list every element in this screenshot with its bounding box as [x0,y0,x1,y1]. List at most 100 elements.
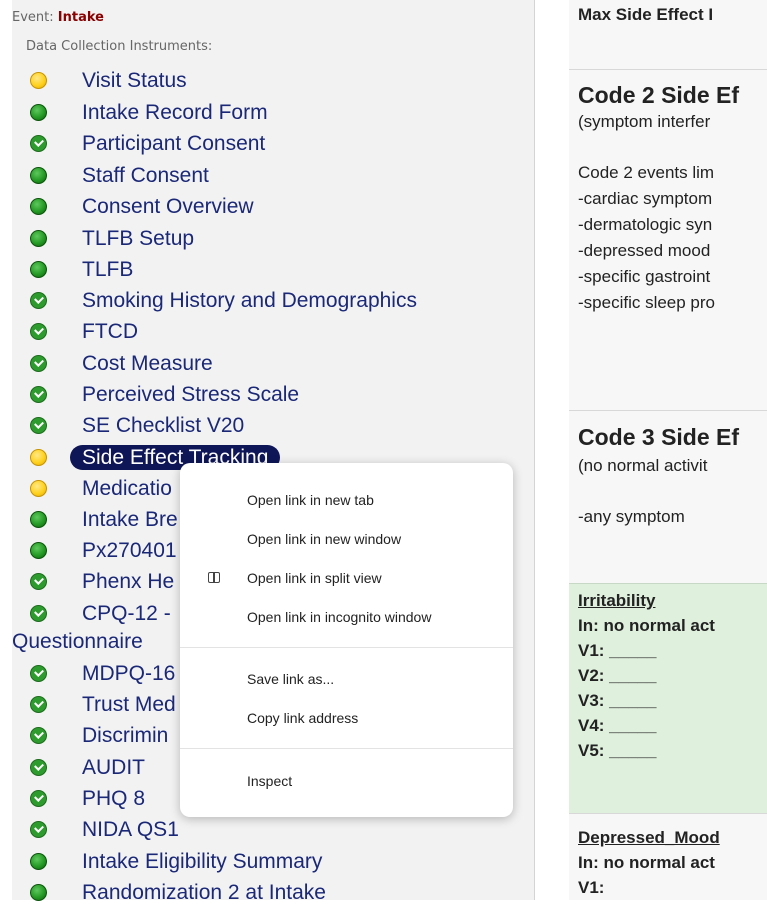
instrument-link[interactable]: Perceived Stress Scale [82,381,299,409]
instrument-link[interactable]: Trust Med [82,691,176,719]
instrument-item[interactable]: FTCD [26,318,536,346]
menu-open-new-window[interactable]: Open link in new window [247,531,401,547]
code2-line: -cardiac symptom [578,189,713,208]
instrument-link[interactable]: SE Checklist V20 [82,412,244,440]
instrument-item[interactable]: Cost Measure [26,350,536,378]
instrument-link[interactable]: Intake Bre [82,506,178,534]
code2-line: -depressed mood [578,241,711,260]
status-complete-icon [30,605,47,622]
status-complete-icon [30,665,47,682]
instrument-link[interactable]: Randomization 2 at Intake [82,879,326,907]
menu-open-split-view[interactable]: Open link in split view [247,570,382,586]
max-side-effect-section: Max Side Effect I [569,0,767,70]
irritability-v3: V3: _____ [578,691,657,710]
irritability-in: In: no normal act [578,616,715,635]
instrument-link[interactable]: FTCD [82,318,138,346]
menu-open-new-tab[interactable]: Open link in new tab [247,492,374,508]
status-unverified-icon [30,261,47,278]
status-complete-icon [30,790,47,807]
instrument-link[interactable]: Cost Measure [82,350,213,378]
depressed-mood-in: In: no normal act [578,853,715,872]
code3-subtitle: (no normal activit [578,456,708,475]
instrument-link[interactable]: Smoking History and Demographics [82,287,417,315]
instrument-item[interactable]: Participant Consent [26,130,536,158]
instrument-link[interactable]: NIDA QS1 [82,816,179,844]
code2-line: Code 2 events lim [578,163,715,182]
instrument-link[interactable]: Discrimin [82,722,168,750]
instrument-link[interactable]: Participant Consent [82,130,265,158]
code2-line: -dermatologic syn [578,215,713,234]
instrument-link[interactable]: TLFB Setup [82,225,194,253]
status-unverified-icon [30,884,47,901]
link-context-menu: Open link in new tab Open link in new wi… [180,463,513,817]
status-unverified-icon [30,542,47,559]
depressed-mood-title: Depressed_Mood [578,828,720,847]
instrument-item[interactable]: TLFB Setup [26,225,536,253]
status-complete-icon [30,821,47,838]
instrument-item[interactable]: Intake Eligibility Summary [26,848,536,876]
code2-line: -specific sleep pro [578,293,716,312]
instrument-item[interactable]: Visit Status [26,67,536,95]
instrument-link[interactable]: Medicatio [82,475,172,503]
instrument-item[interactable]: Perceived Stress Scale [26,381,536,409]
instrument-link[interactable]: Px270401 [82,537,177,565]
status-unverified-icon [30,230,47,247]
instrument-item[interactable]: SE Checklist V20 [26,412,536,440]
code3-title: Code 3 Side Ef [578,424,740,450]
instrument-item[interactable]: Intake Record Form [26,99,536,127]
status-complete-icon [30,292,47,309]
status-complete-icon [30,573,47,590]
form-content: Max Side Effect I Code 2 Side Ef (sympto… [569,0,767,900]
status-unverified-icon [30,853,47,870]
status-incomplete-icon [30,480,47,497]
status-complete-icon [30,727,47,744]
instrument-item[interactable]: Randomization 2 at Intake [26,879,536,907]
instrument-link[interactable]: MDPQ-16 [82,660,175,688]
irritability-title: Irritability [578,591,656,610]
irritability-v1: V1: _____ [578,641,657,660]
instrument-link[interactable]: Consent Overview [82,193,254,221]
instrument-item[interactable]: Staff Consent [26,162,536,190]
menu-separator [180,647,513,648]
status-unverified-icon [30,511,47,528]
status-complete-icon [30,135,47,152]
instrument-link[interactable]: TLFB [82,256,133,284]
status-incomplete-icon [30,72,47,89]
status-complete-icon [30,417,47,434]
irritability-v4: V4: _____ [578,716,657,735]
code3-section: Code 3 Side Ef (no normal activit -any s… [569,410,767,584]
instrument-link[interactable]: Intake Eligibility Summary [82,848,322,876]
instrument-item[interactable]: Consent Overview [26,193,536,221]
menu-save-link[interactable]: Save link as... [247,671,334,687]
status-unverified-icon [30,104,47,121]
status-complete-icon [30,323,47,340]
status-unverified-icon [30,167,47,184]
status-complete-icon [30,696,47,713]
instrument-link[interactable]: Staff Consent [82,162,209,190]
instrument-item[interactable]: NIDA QS1 [26,816,536,844]
status-incomplete-icon [30,449,47,466]
code2-subtitle: (symptom interfer [578,112,711,131]
menu-open-incognito[interactable]: Open link in incognito window [247,609,431,625]
instrument-item[interactable]: Smoking History and Demographics [26,287,536,315]
irritability-section: Irritability In: no normal act V1: _____… [569,583,767,814]
max-side-effect-header: Max Side Effect I [578,5,714,24]
instrument-link[interactable]: Intake Record Form [82,99,268,127]
irritability-v5: V5: _____ [578,741,657,760]
status-complete-icon [30,355,47,372]
status-complete-icon [30,386,47,403]
instrument-item[interactable]: TLFB [26,256,536,284]
status-unverified-icon [30,198,47,215]
event-label: Event: Intake [12,10,104,25]
code2-title: Code 2 Side Ef [578,82,740,108]
irritability-v2: V2: _____ [578,666,657,685]
instrument-link[interactable]: AUDIT [82,754,145,782]
depressed-mood-section: Depressed_Mood In: no normal act V1: [569,813,767,900]
menu-inspect[interactable]: Inspect [247,773,292,789]
instrument-link[interactable]: Visit Status [82,67,187,95]
instrument-link[interactable]: Phenx He [82,568,174,596]
menu-copy-link[interactable]: Copy link address [247,710,358,726]
depressed-mood-v1: V1: [578,878,605,897]
menu-separator [180,748,513,749]
instrument-link[interactable]: PHQ 8 [82,785,145,813]
